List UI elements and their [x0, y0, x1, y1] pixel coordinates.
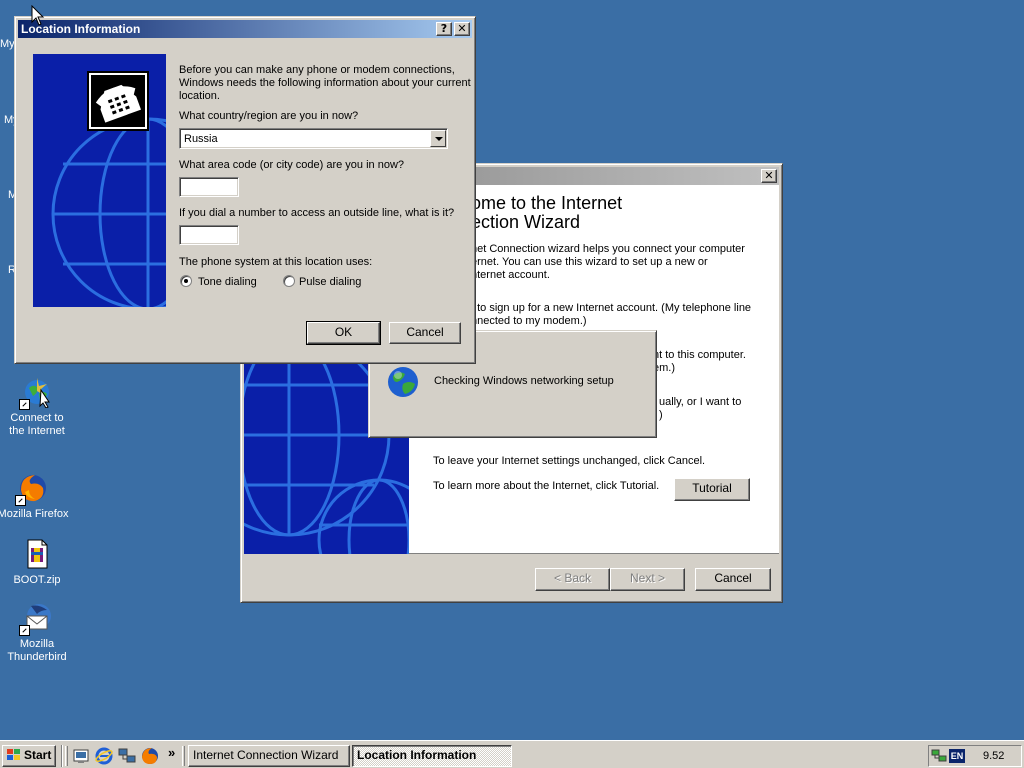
location-cancel-button[interactable]: Cancel	[389, 322, 461, 344]
show-desktop-icon[interactable]	[72, 747, 90, 768]
telephone-icon	[87, 71, 149, 131]
internet-explorer-icon[interactable]	[95, 747, 113, 768]
firefox-icon[interactable]	[141, 747, 159, 768]
next-button[interactable]: Next >	[610, 568, 685, 591]
taskbar-separator	[61, 745, 63, 767]
help-icon: ?	[440, 22, 448, 35]
outside-line-question-label: If you dial a number to access an outsid…	[179, 207, 455, 219]
pulse-dialing-label[interactable]: Pulse dialing	[299, 276, 361, 289]
outside-line-input[interactable]	[179, 225, 239, 245]
start-button[interactable]: Start	[2, 745, 56, 767]
zip-file-icon	[21, 538, 53, 570]
back-button[interactable]: < Back	[535, 568, 610, 591]
desktop-icon-label: BOOT.zip	[13, 574, 61, 586]
pulse-dialing-radio[interactable]	[283, 275, 295, 287]
mouse-cursor-icon	[31, 5, 45, 26]
taskbar: Start » Internet Connection Wizard Locat…	[0, 740, 1024, 768]
desktop-icon-label: Connect to	[10, 412, 64, 424]
desktop-icon-boot-zip[interactable]: BOOT.zip	[0, 538, 74, 587]
country-select[interactable]: Russia	[179, 128, 448, 149]
wizard-option-transfer-text: nt to this computer. em.)	[653, 349, 746, 374]
thunderbird-icon	[19, 602, 53, 636]
quicklaunch-chevron-icon[interactable]: »	[168, 746, 175, 759]
phone-system-label: The phone system at this location uses:	[179, 256, 373, 268]
wizard-learn-text: To learn more about the Internet, click …	[433, 480, 660, 492]
wizard-option-signup-text: t to sign up for a new Internet account.…	[471, 302, 752, 327]
country-select-value: Russia	[184, 133, 218, 145]
tone-dialing-radio[interactable]	[180, 275, 192, 287]
network-tray-icon[interactable]	[931, 748, 947, 767]
location-intro-text: Before you can make any phone or modem c…	[179, 64, 471, 102]
help-button[interactable]: ?	[436, 22, 452, 36]
wizard-option-manual-text: ually, or I want to )	[659, 396, 742, 421]
desktop-icon-connect-internet[interactable]: Connect to the Internet	[0, 376, 74, 438]
firefox-icon	[15, 472, 49, 506]
close-icon: ✕	[764, 169, 774, 182]
desktop-icon-label: Mozilla Firefox	[0, 508, 69, 520]
desktop-icon-label: the Internet	[9, 425, 65, 437]
wizard-heading: ome to the Internet ection Wizard	[471, 193, 623, 232]
task-internet-connection-wizard[interactable]: Internet Connection Wizard	[188, 745, 350, 767]
connect-internet-icon	[19, 376, 53, 410]
area-code-question-label: What area code (or city code) are you in…	[179, 159, 405, 171]
clock[interactable]: 9.52	[983, 750, 1004, 763]
wizard-leave-text: To leave your Internet settings unchange…	[433, 455, 706, 467]
desktop-icon-label: Thunderbird	[7, 651, 67, 663]
globe-icon	[387, 366, 419, 401]
area-code-input[interactable]	[179, 177, 239, 197]
system-tray: EN 9.52	[928, 745, 1022, 767]
country-question-label: What country/region are you in now?	[179, 110, 359, 122]
location-information-dialog: Location Information ? ✕ Before you can …	[14, 16, 476, 364]
tone-dialing-label[interactable]: Tone dialing	[198, 276, 257, 289]
desktop-icon-thunderbird[interactable]: Mozilla Thunderbird	[0, 602, 74, 664]
chevron-down-icon[interactable]	[430, 130, 446, 147]
start-label: Start	[24, 748, 52, 762]
location-close-button[interactable]: ✕	[454, 22, 470, 36]
location-titlebar[interactable]: Location Information ? ✕	[18, 20, 472, 38]
task-location-information[interactable]: Location Information	[352, 745, 512, 767]
wizard-intro-text: net Connection wizard helps you connect …	[471, 243, 745, 281]
desktop-icon-label: Mozilla	[19, 638, 55, 650]
windows-logo-icon	[6, 748, 22, 768]
quicklaunch-grip[interactable]	[65, 746, 68, 766]
wizard-close-button[interactable]: ✕	[761, 169, 777, 183]
ok-button[interactable]: OK	[306, 321, 381, 345]
desktop-icon-firefox[interactable]: Mozilla Firefox	[0, 472, 70, 521]
language-indicator[interactable]: EN	[949, 749, 965, 763]
location-globe-banner	[33, 54, 166, 307]
wizard-cancel-button[interactable]: Cancel	[695, 568, 771, 591]
network-icon[interactable]	[118, 747, 136, 768]
tasks-grip[interactable]	[182, 746, 185, 766]
close-icon: ✕	[457, 22, 467, 35]
checking-message: Checking Windows networking setup	[434, 375, 614, 387]
tutorial-button[interactable]: Tutorial	[674, 478, 750, 501]
desktop-icon-label-partial[interactable]: My	[0, 38, 15, 50]
